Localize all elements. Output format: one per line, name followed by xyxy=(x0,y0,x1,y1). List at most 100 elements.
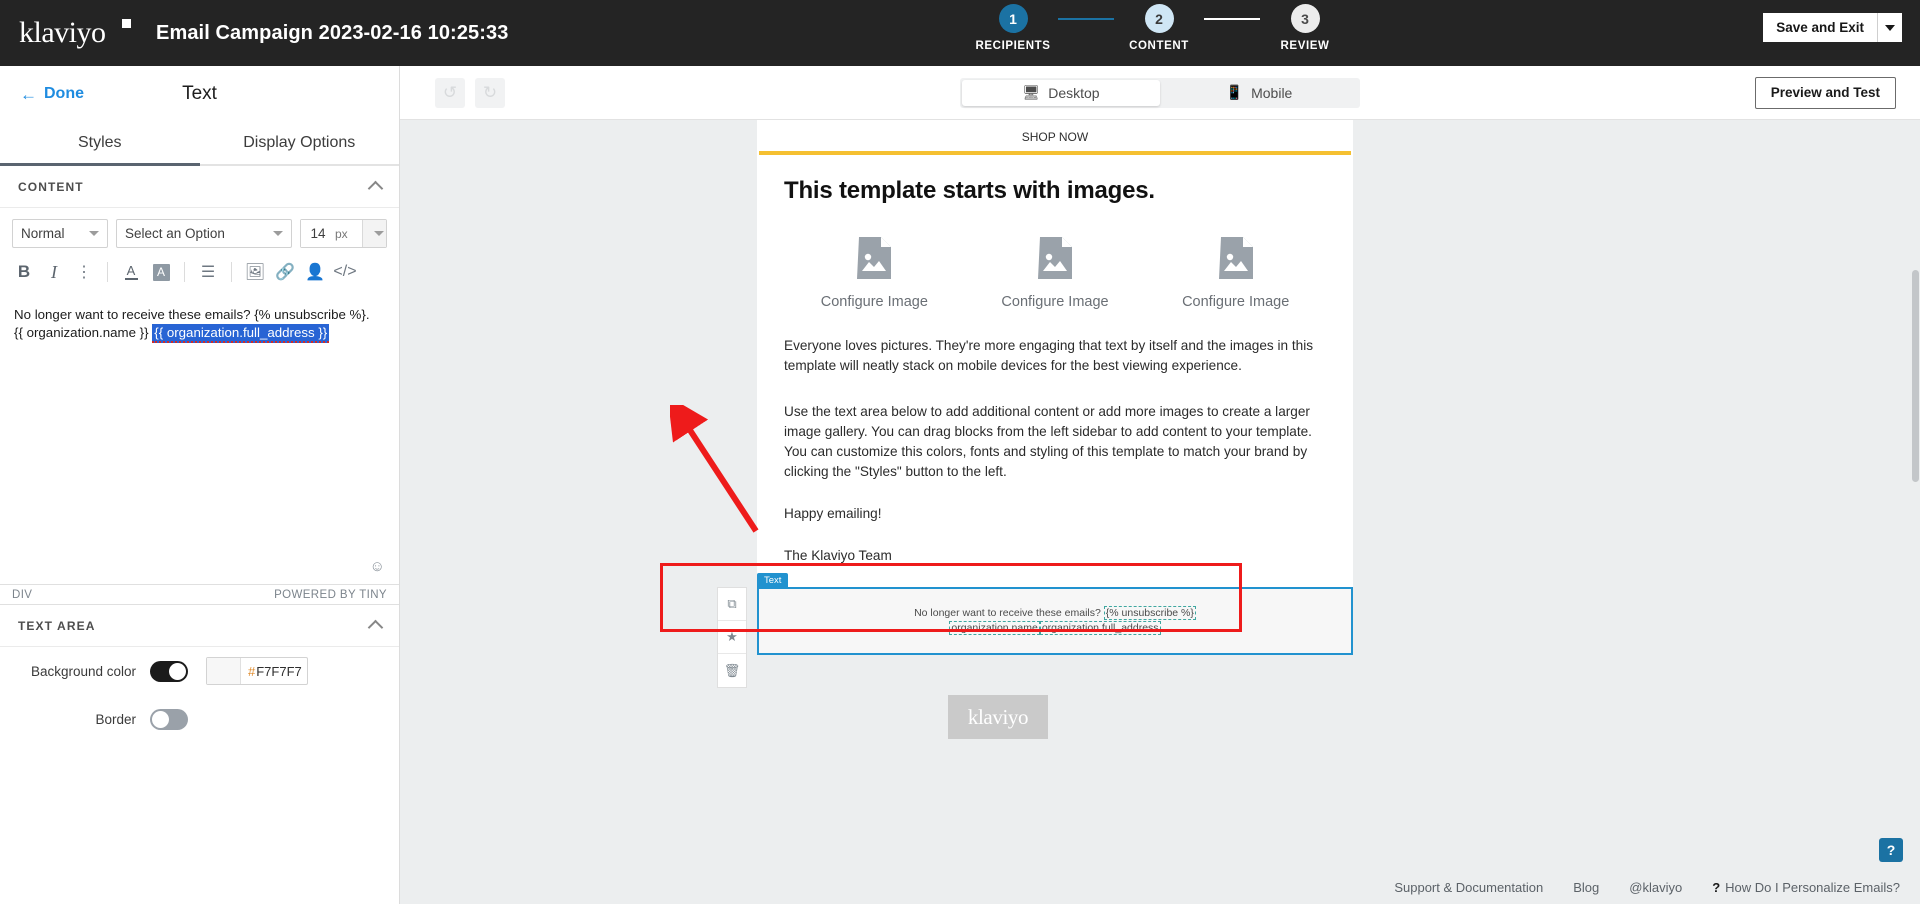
footer-link-twitter[interactable]: @klaviyo xyxy=(1629,880,1682,895)
toolbar-divider xyxy=(107,262,108,282)
step-recipients[interactable]: 1 RECIPIENTS xyxy=(968,4,1058,52)
canvas-scrollbar-thumb[interactable] xyxy=(1912,270,1919,482)
device-option-mobile-label: Mobile xyxy=(1251,84,1293,101)
campaign-stepper: 1 RECIPIENTS 2 CONTENT 3 REVIEW xyxy=(968,4,1350,52)
text-color-icon[interactable]: A xyxy=(117,259,145,285)
italic-icon[interactable]: I xyxy=(40,259,68,285)
font-size-dropdown-button[interactable] xyxy=(362,220,386,247)
preview-and-test-button[interactable]: Preview and Test xyxy=(1754,76,1896,109)
shop-now-link[interactable]: SHOP NOW xyxy=(757,120,1353,151)
font-family-select[interactable]: Select an Option xyxy=(116,219,292,248)
chevron-up-icon[interactable] xyxy=(367,619,384,636)
tab-styles-label: Styles xyxy=(77,134,122,151)
canvas-scroll-area[interactable]: SHOP NOW This template starts with image… xyxy=(400,120,1920,904)
border-toggle[interactable] xyxy=(150,708,188,730)
rich-text-editor: Normal Select an Option 14 px B I ⋮ A A … xyxy=(0,208,399,605)
undo-icon[interactable]: ↺ xyxy=(435,77,465,108)
background-color-row: Background color # F7F7F7 xyxy=(0,647,399,695)
device-option-mobile[interactable]: 📱 Mobile xyxy=(1160,80,1358,106)
chevron-up-icon[interactable] xyxy=(367,180,384,197)
step-recipients-number: 1 xyxy=(998,4,1028,33)
save-and-exit-dropdown-button[interactable] xyxy=(1878,13,1902,42)
sidebar-tabs: Styles Display Options xyxy=(0,122,399,166)
editor-line-2-prefix: {{ organization.name }} xyxy=(14,325,153,340)
footer-link-support[interactable]: Support & Documentation xyxy=(1394,880,1543,895)
step-review[interactable]: 3 REVIEW xyxy=(1260,4,1350,52)
align-icon[interactable]: ☰ xyxy=(194,259,222,285)
editor-powered-by: POWERED BY TINY xyxy=(274,588,387,601)
image-block-1[interactable]: Configure Image xyxy=(784,237,965,310)
editor-toolbar-row-1: Normal Select an Option 14 px xyxy=(0,208,399,255)
image-block-2-caption: Configure Image xyxy=(1001,294,1109,310)
campaign-title: Email Campaign 2023-02-16 10:25:33 xyxy=(156,21,509,44)
content-section-header[interactable]: CONTENT xyxy=(0,166,399,208)
done-button[interactable]: ← Done xyxy=(20,85,84,103)
editor-line-1: No longer want to receive these emails? … xyxy=(14,307,370,322)
image-block-3-caption: Configure Image xyxy=(1182,294,1290,310)
device-option-desktop[interactable]: 🖥 Desktop xyxy=(962,79,1160,106)
merge-tag-unsubscribe: {% unsubscribe %} xyxy=(1103,606,1196,620)
email-paragraph-2: Use the text area below to add additiona… xyxy=(784,404,1312,479)
background-color-hex-field[interactable]: # F7F7F7 xyxy=(206,657,308,685)
klaviyo-logo[interactable]: klaviyo xyxy=(19,18,131,48)
email-preview: SHOP NOW This template starts with image… xyxy=(757,120,1353,592)
chevron-down-icon xyxy=(89,231,100,236)
save-and-exit-group: Save and Exit xyxy=(1763,13,1902,42)
bold-icon[interactable]: B xyxy=(10,259,38,285)
source-code-icon[interactable]: </> xyxy=(331,259,359,285)
merge-tag-organization-name: organization.name xyxy=(949,621,1040,635)
delete-block-icon[interactable]: 🗑 xyxy=(718,654,746,687)
image-block-3[interactable]: Configure Image xyxy=(1145,237,1326,310)
footer-link-personalize[interactable]: ? How Do I Personalize Emails? xyxy=(1712,880,1900,895)
format-select-value: Normal xyxy=(21,226,65,241)
emoji-icon[interactable]: ☺ xyxy=(370,558,385,576)
toolbar-divider xyxy=(184,262,185,282)
more-options-icon[interactable]: ⋮ xyxy=(70,259,98,285)
chevron-down-icon xyxy=(373,231,384,236)
email-body: This template starts with images. Config… xyxy=(757,155,1353,592)
step-recipients-label: RECIPIENTS xyxy=(975,40,1051,52)
chevron-down-icon xyxy=(1885,24,1895,31)
step-content[interactable]: 2 CONTENT xyxy=(1114,4,1204,52)
image-gallery-row: Configure Image Configure Image Configur… xyxy=(784,237,1326,310)
save-and-exit-button[interactable]: Save and Exit xyxy=(1763,13,1878,42)
footer-link-personalize-label: How Do I Personalize Emails? xyxy=(1725,879,1900,895)
tab-display-options[interactable]: Display Options xyxy=(200,122,400,164)
desktop-icon: 🖥 xyxy=(1022,84,1041,100)
insert-image-icon[interactable]: 🖼 xyxy=(241,259,269,285)
email-paragraph-3: Happy emailing! xyxy=(784,506,882,521)
tab-styles[interactable]: Styles xyxy=(0,122,200,166)
footer-link-blog[interactable]: Blog xyxy=(1573,880,1599,895)
editor-content-area[interactable]: No longer want to receive these emails? … xyxy=(0,294,399,584)
duplicate-block-icon[interactable]: ⧉ xyxy=(718,588,746,621)
text-area-section-header[interactable]: TEXT AREA xyxy=(0,605,399,647)
save-block-star-icon[interactable]: ★ xyxy=(718,621,746,654)
editor-status-bar: DIV POWERED BY TINY xyxy=(0,584,399,604)
highlight-color-icon[interactable]: A xyxy=(147,259,175,285)
question-mark-icon: ? xyxy=(1712,879,1721,895)
redo-icon[interactable]: ↻ xyxy=(475,77,505,108)
selected-block-tab-label: Text xyxy=(757,573,789,589)
format-select[interactable]: Normal xyxy=(12,219,109,248)
selected-text-block[interactable]: Text ⧉ ★ 🗑 No longer want to receive the… xyxy=(717,573,1353,688)
content-section-title: CONTENT xyxy=(18,179,84,194)
help-button[interactable]: ? xyxy=(1879,838,1903,862)
border-label: Border xyxy=(95,711,136,727)
editor-selected-merge-tag[interactable]: {{ organization.full_address }} xyxy=(152,324,330,343)
personalize-variable-icon[interactable]: 👤 xyxy=(301,259,329,285)
image-block-1-caption: Configure Image xyxy=(820,294,928,310)
image-placeholder-icon xyxy=(1038,237,1072,279)
image-placeholder-icon xyxy=(1218,237,1253,279)
step-review-label: REVIEW xyxy=(1280,40,1330,52)
footer-links: Support & Documentation Blog @klaviyo ? … xyxy=(1394,870,1920,904)
font-size-input[interactable]: 14 xyxy=(301,220,335,247)
text-block-content[interactable]: No longer want to receive these emails? … xyxy=(757,587,1353,655)
top-bar: klaviyo Email Campaign 2023-02-16 10:25:… xyxy=(0,0,1920,66)
image-block-2[interactable]: Configure Image xyxy=(965,237,1146,310)
editor-element-path: DIV xyxy=(12,588,33,601)
insert-link-icon[interactable]: 🔗 xyxy=(271,259,299,285)
background-color-toggle[interactable] xyxy=(150,660,188,682)
color-swatch[interactable] xyxy=(207,658,241,684)
canvas-scrollbar-track[interactable] xyxy=(1912,174,1920,904)
background-color-hex-input[interactable]: # F7F7F7 xyxy=(241,658,307,684)
